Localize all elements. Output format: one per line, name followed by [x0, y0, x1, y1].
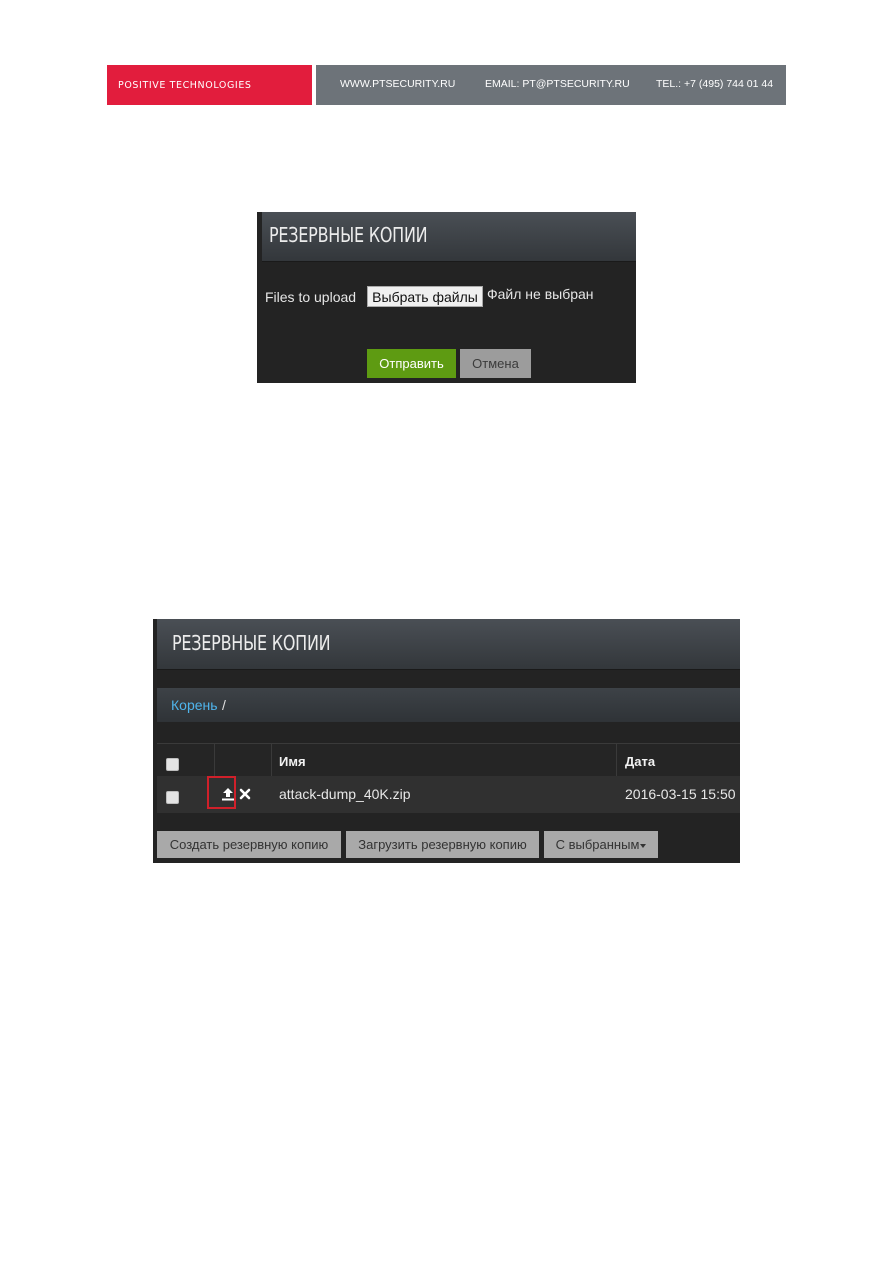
- company-name: POSITIVE TECHNOLOGIES: [118, 79, 252, 91]
- annotation-highlight-box: [207, 776, 236, 809]
- choose-files-button[interactable]: Выбрать файлы: [367, 286, 483, 307]
- column-header-name[interactable]: Имя: [279, 754, 306, 769]
- upload-dialog-header: РЕЗЕРВНЫЕ КОПИИ: [262, 212, 636, 262]
- create-backup-button[interactable]: Создать резервную копию: [157, 831, 341, 858]
- column-divider: [214, 744, 215, 777]
- with-selected-label: С выбранным: [555, 837, 640, 852]
- upload-backup-button[interactable]: Загрузить резервную копию: [346, 831, 539, 858]
- column-divider: [616, 744, 617, 777]
- phone-text: TEL.: +7 (495) 744 01 44: [656, 78, 774, 90]
- breadcrumb: Корень /: [157, 688, 740, 722]
- company-logo-block: POSITIVE TECHNOLOGIES: [107, 65, 312, 105]
- breadcrumb-separator: /: [222, 697, 226, 713]
- backups-list-screenshot: РЕЗЕРВНЫЕ КОПИИ Корень / Имя Дата attack…: [153, 619, 740, 863]
- cancel-button[interactable]: Отмена: [460, 349, 531, 378]
- backup-date: 2016-03-15 15:50: [625, 786, 736, 802]
- breadcrumb-root-link[interactable]: Корень: [171, 697, 218, 713]
- column-header-date[interactable]: Дата: [625, 754, 655, 769]
- close-icon[interactable]: [239, 788, 251, 800]
- backup-file-name: attack-dump_40K.zip: [279, 786, 411, 802]
- backups-list-header: РЕЗЕРВНЫЕ КОПИИ: [157, 619, 740, 670]
- with-selected-dropdown[interactable]: С выбранным: [544, 831, 658, 858]
- submit-button[interactable]: Отправить: [367, 349, 456, 378]
- file-status-text: Файл не выбран: [487, 286, 594, 302]
- upload-dialog-screenshot: РЕЗЕРВНЫЕ КОПИИ Files to upload Выбрать …: [257, 212, 636, 383]
- email-text: EMAIL: PT@PTSECURITY.RU: [485, 78, 630, 90]
- table-header-row: Имя Дата: [157, 743, 740, 777]
- backups-list-title: РЕЗЕРВНЫЕ КОПИИ: [172, 631, 331, 655]
- chevron-down-icon: [640, 843, 647, 848]
- row-checkbox[interactable]: [166, 791, 179, 804]
- document-header-banner: POSITIVE TECHNOLOGIES WWW.PTSECURITY.RU …: [107, 65, 786, 105]
- upload-dialog-title: РЕЗЕРВНЫЕ КОПИИ: [269, 223, 428, 247]
- contact-info-block: WWW.PTSECURITY.RU EMAIL: PT@PTSECURITY.R…: [316, 65, 786, 105]
- files-to-upload-label: Files to upload: [265, 289, 357, 305]
- column-divider: [271, 744, 272, 777]
- website-text: WWW.PTSECURITY.RU: [340, 78, 456, 90]
- select-all-checkbox[interactable]: [166, 758, 179, 771]
